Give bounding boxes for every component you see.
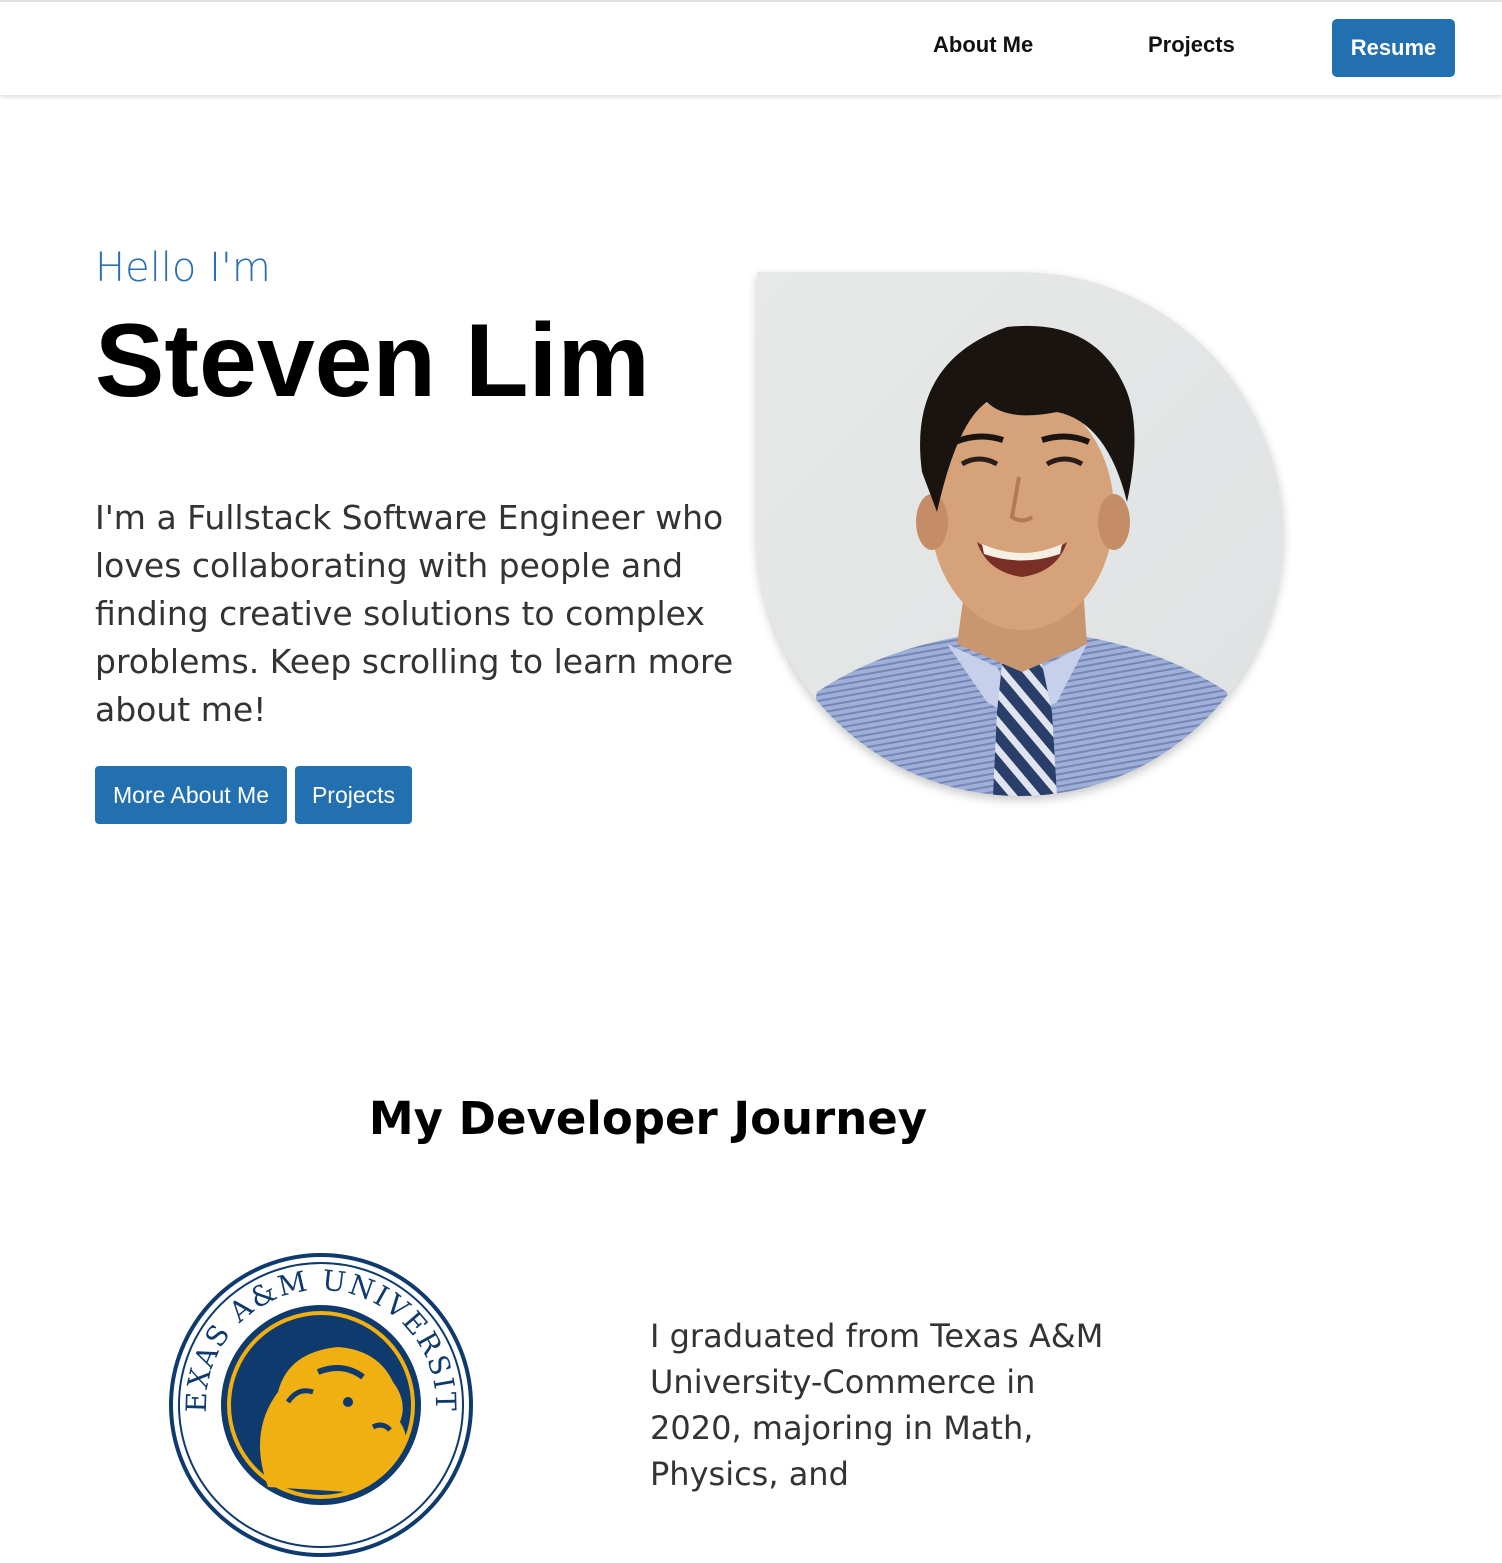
nav-projects-link[interactable]: Projects <box>1148 32 1235 58</box>
more-about-me-button[interactable]: More About Me <box>95 766 287 824</box>
journey-title: My Developer Journey <box>368 1092 928 1145</box>
hero-greeting: Hello I'm <box>95 245 271 291</box>
resume-button[interactable]: Resume <box>1332 19 1455 77</box>
journey-paragraph: I graduated from Texas A&M University-Co… <box>650 1317 1104 1493</box>
projects-button[interactable]: Projects <box>295 766 412 824</box>
nav-about-link[interactable]: About Me <box>933 32 1033 58</box>
profile-photo-illustration <box>757 272 1283 796</box>
university-seal: TEXAS A&M UNIVERSITY <box>157 1226 474 1558</box>
hero-name: Steven Lim <box>95 303 650 419</box>
profile-photo <box>757 272 1283 796</box>
university-seal-icon: TEXAS A&M UNIVERSITY <box>157 1226 473 1557</box>
navbar: About Me Projects Resume <box>0 2 1502 95</box>
hero-intro: I'm a Fullstack Software Engineer who lo… <box>95 498 734 729</box>
